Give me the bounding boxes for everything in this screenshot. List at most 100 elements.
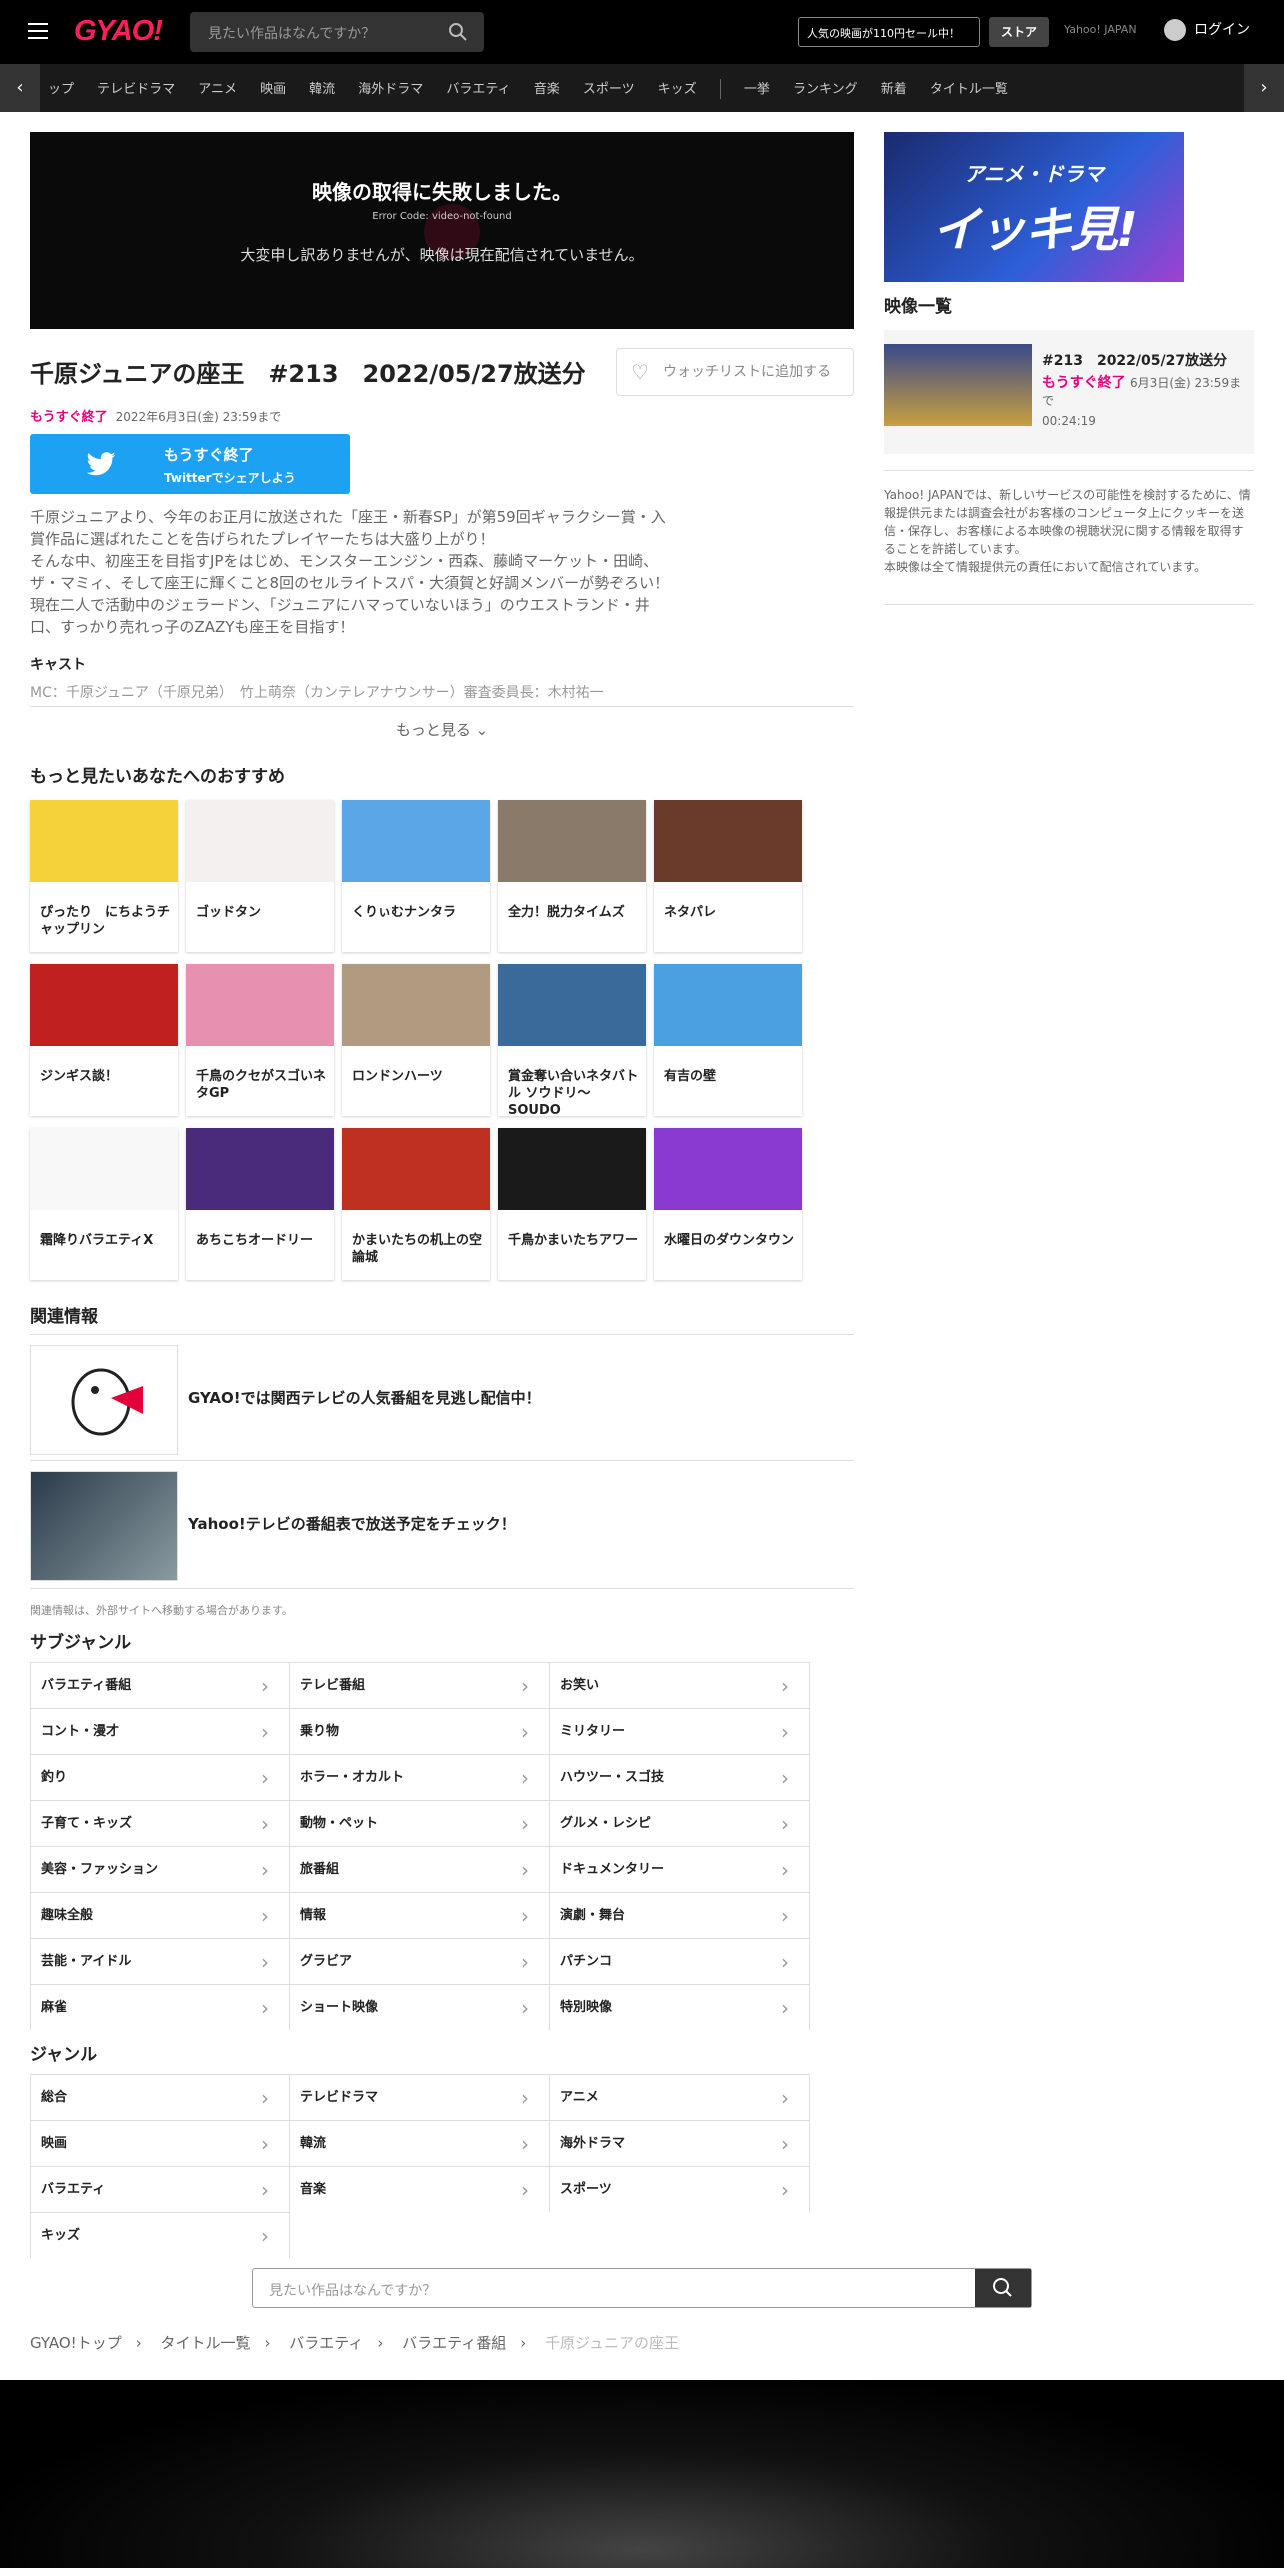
nav-item[interactable]: 一挙 xyxy=(744,82,770,97)
nav-item[interactable]: キッズ xyxy=(658,82,697,97)
subgenre-link[interactable]: 釣り xyxy=(30,1754,290,1801)
nav-item[interactable]: 新着 xyxy=(881,82,907,97)
ending-badge: もうすぐ終了 xyxy=(30,410,108,425)
breadcrumb-item[interactable]: バラエティ番組 xyxy=(402,2334,506,2352)
bottom-search-input[interactable]: 見たい作品はなんですか？ xyxy=(252,2268,1032,2308)
breadcrumb-item[interactable]: GYAO!トップ xyxy=(30,2334,122,2352)
search-input[interactable]: 見たい作品はなんですか？ xyxy=(190,12,484,52)
logo[interactable]: GYAO! xyxy=(74,15,163,48)
video-player[interactable]: 映像の取得に失敗しました。 Error Code: video-not-foun… xyxy=(30,132,854,329)
subgenre-link[interactable]: 芸能・アイドル xyxy=(30,1938,290,1985)
search-icon[interactable] xyxy=(448,22,468,42)
subgenre-link[interactable]: 演劇・舞台 xyxy=(550,1892,810,1939)
menu-icon[interactable] xyxy=(28,23,48,39)
genre-link[interactable]: 総合 xyxy=(30,2074,290,2121)
reco-card[interactable]: ゴッドタン xyxy=(186,800,334,952)
error-title: 映像の取得に失敗しました。 xyxy=(312,180,572,204)
subgenre-link[interactable]: 子育て・キッズ xyxy=(30,1800,290,1847)
reco-card[interactable]: あちこちオードリー xyxy=(186,1128,334,1280)
nav-item[interactable]: テレビドラマ xyxy=(97,82,175,97)
subgenre-link[interactable]: ショート映像 xyxy=(290,1984,550,2031)
reco-card[interactable]: 霜降りバラエティX xyxy=(30,1128,178,1280)
nav-prev-icon[interactable]: ‹ xyxy=(0,64,40,112)
subgenre-link[interactable]: 乗り物 xyxy=(290,1708,550,1755)
breadcrumb-item[interactable]: タイトル一覧 xyxy=(160,2334,250,2352)
subgenre-link[interactable]: お笑い xyxy=(550,1662,810,1709)
reco-card[interactable]: ぴったり にちようチャップリン xyxy=(30,800,178,952)
genre-link[interactable]: 音楽 xyxy=(290,2166,550,2213)
chevron-down-icon: ⌄ xyxy=(475,721,489,739)
subgenre-link[interactable]: コント・漫才 xyxy=(30,1708,290,1755)
subgenre-link[interactable]: 情報 xyxy=(290,1892,550,1939)
sale-link[interactable]: 人気の映画が110円セール中！ xyxy=(798,17,980,47)
subgenre-heading: サブジャンル xyxy=(30,1633,132,1653)
thumbnail xyxy=(30,800,178,882)
nav-item[interactable]: アニメ xyxy=(198,82,237,97)
subgenre-link[interactable]: ミリタリー xyxy=(550,1708,810,1755)
genre-link[interactable]: 海外ドラマ xyxy=(550,2120,810,2167)
nav-item[interactable]: ップ xyxy=(48,82,74,97)
description: 千原ジュニアより、今年のお正月に放送された「座王・新春SP」が第59回ギャラクシ… xyxy=(30,508,670,636)
nav-item[interactable]: 音楽 xyxy=(534,82,560,97)
nav-item[interactable]: バラエティ xyxy=(446,82,510,97)
subgenre-link[interactable]: テレビ番組 xyxy=(290,1662,550,1709)
reco-card[interactable]: ネタパレ xyxy=(654,800,802,952)
reco-card[interactable]: ジンギス談！ xyxy=(30,964,178,1116)
genre-link[interactable]: アニメ xyxy=(550,2074,810,2121)
nav-item[interactable]: スポーツ xyxy=(583,82,635,97)
nav-item[interactable]: ランキング xyxy=(793,82,858,97)
store-button[interactable]: ストア xyxy=(989,17,1049,47)
avatar-icon xyxy=(1164,19,1186,41)
reco-card[interactable]: 有吉の壁 xyxy=(654,964,802,1116)
thumbnail xyxy=(342,964,490,1046)
related-item[interactable]: GYAO!では関西テレビの人気番組を見逃し配信中！ xyxy=(30,1334,854,1456)
nav-item[interactable]: タイトル一覧 xyxy=(930,82,1008,97)
genre-link[interactable]: キッズ xyxy=(30,2212,290,2259)
side-notice: Yahoo! JAPANでは、新しいサービスの可能性を検討するために、情報提供元… xyxy=(884,488,1251,574)
breadcrumb-item[interactable]: バラエティ xyxy=(289,2334,363,2352)
nav-item[interactable]: 韓流 xyxy=(309,82,335,97)
subgenre-link[interactable]: 動物・ペット xyxy=(290,1800,550,1847)
subgenre-link[interactable]: 趣味全般 xyxy=(30,1892,290,1939)
reco-card[interactable]: かまいたちの机上の空論城 xyxy=(342,1128,490,1280)
subgenre-link[interactable]: ホラー・オカルト xyxy=(290,1754,550,1801)
reco-card[interactable]: 全力！脱力タイムズ xyxy=(498,800,646,952)
episode-list-item[interactable]: #213 2022/05/27放送分 もうすぐ終了 6月3日(金) 23:59ま… xyxy=(884,330,1254,454)
subgenre-link[interactable]: 特別映像 xyxy=(550,1984,810,2031)
search-button[interactable] xyxy=(975,2269,1031,2307)
thumbnail xyxy=(30,964,178,1046)
genre-link[interactable]: テレビドラマ xyxy=(290,2074,550,2121)
subgenre-link[interactable]: パチンコ xyxy=(550,1938,810,1985)
thumbnail xyxy=(654,964,802,1046)
subgenre-link[interactable]: 旅番組 xyxy=(290,1846,550,1893)
reco-card[interactable]: 千鳥のクセがスゴいネタGP xyxy=(186,964,334,1116)
yahoo-link[interactable]: Yahoo! JAPAN xyxy=(1064,23,1137,36)
more-button[interactable]: もっと見る ⌄ xyxy=(30,706,854,752)
related-item[interactable]: Yahoo!テレビの番組表で放送予定をチェック！ xyxy=(30,1460,854,1582)
reco-card[interactable]: 千鳥かまいたちアワー xyxy=(498,1128,646,1280)
subgenre-link[interactable]: グルメ・レシピ xyxy=(550,1800,810,1847)
ikkimi-banner[interactable]: アニメ・ドラマ イッキ見! xyxy=(884,132,1184,282)
nav-item[interactable]: 映画 xyxy=(260,82,286,97)
genre-link[interactable]: 韓流 xyxy=(290,2120,550,2167)
watchlist-button[interactable]: ♡ ウォッチリストに追加する xyxy=(616,348,854,396)
genre-link[interactable]: 映画 xyxy=(30,2120,290,2167)
reco-card[interactable]: 水曜日のダウンタウン xyxy=(654,1128,802,1280)
thumbnail xyxy=(654,800,802,882)
subgenre-link[interactable]: 美容・ファッション xyxy=(30,1846,290,1893)
subgenre-link[interactable]: グラビア xyxy=(290,1938,550,1985)
subgenre-link[interactable]: ハウツー・スゴ技 xyxy=(550,1754,810,1801)
reco-heading: もっと見たいあなたへのおすすめ xyxy=(30,767,285,787)
login-button[interactable]: ログイン xyxy=(1164,19,1250,41)
subgenre-link[interactable]: 麻雀 xyxy=(30,1984,290,2031)
reco-card[interactable]: 賞金奪い合いネタバトル ソウドリ～SOUDO xyxy=(498,964,646,1118)
subgenre-link[interactable]: ドキュメンタリー xyxy=(550,1846,810,1893)
nav-next-icon[interactable]: › xyxy=(1244,64,1284,112)
nav-item[interactable]: 海外ドラマ xyxy=(358,82,423,97)
genre-link[interactable]: バラエティ xyxy=(30,2166,290,2213)
subgenre-link[interactable]: バラエティ番組 xyxy=(30,1662,290,1709)
reco-card[interactable]: ロンドンハーツ xyxy=(342,964,490,1116)
twitter-share-button[interactable]: もうすぐ終了 Twitterでシェアしよう xyxy=(30,434,350,494)
genre-link[interactable]: スポーツ xyxy=(550,2166,810,2213)
reco-card[interactable]: くりぃむナンタラ xyxy=(342,800,490,952)
